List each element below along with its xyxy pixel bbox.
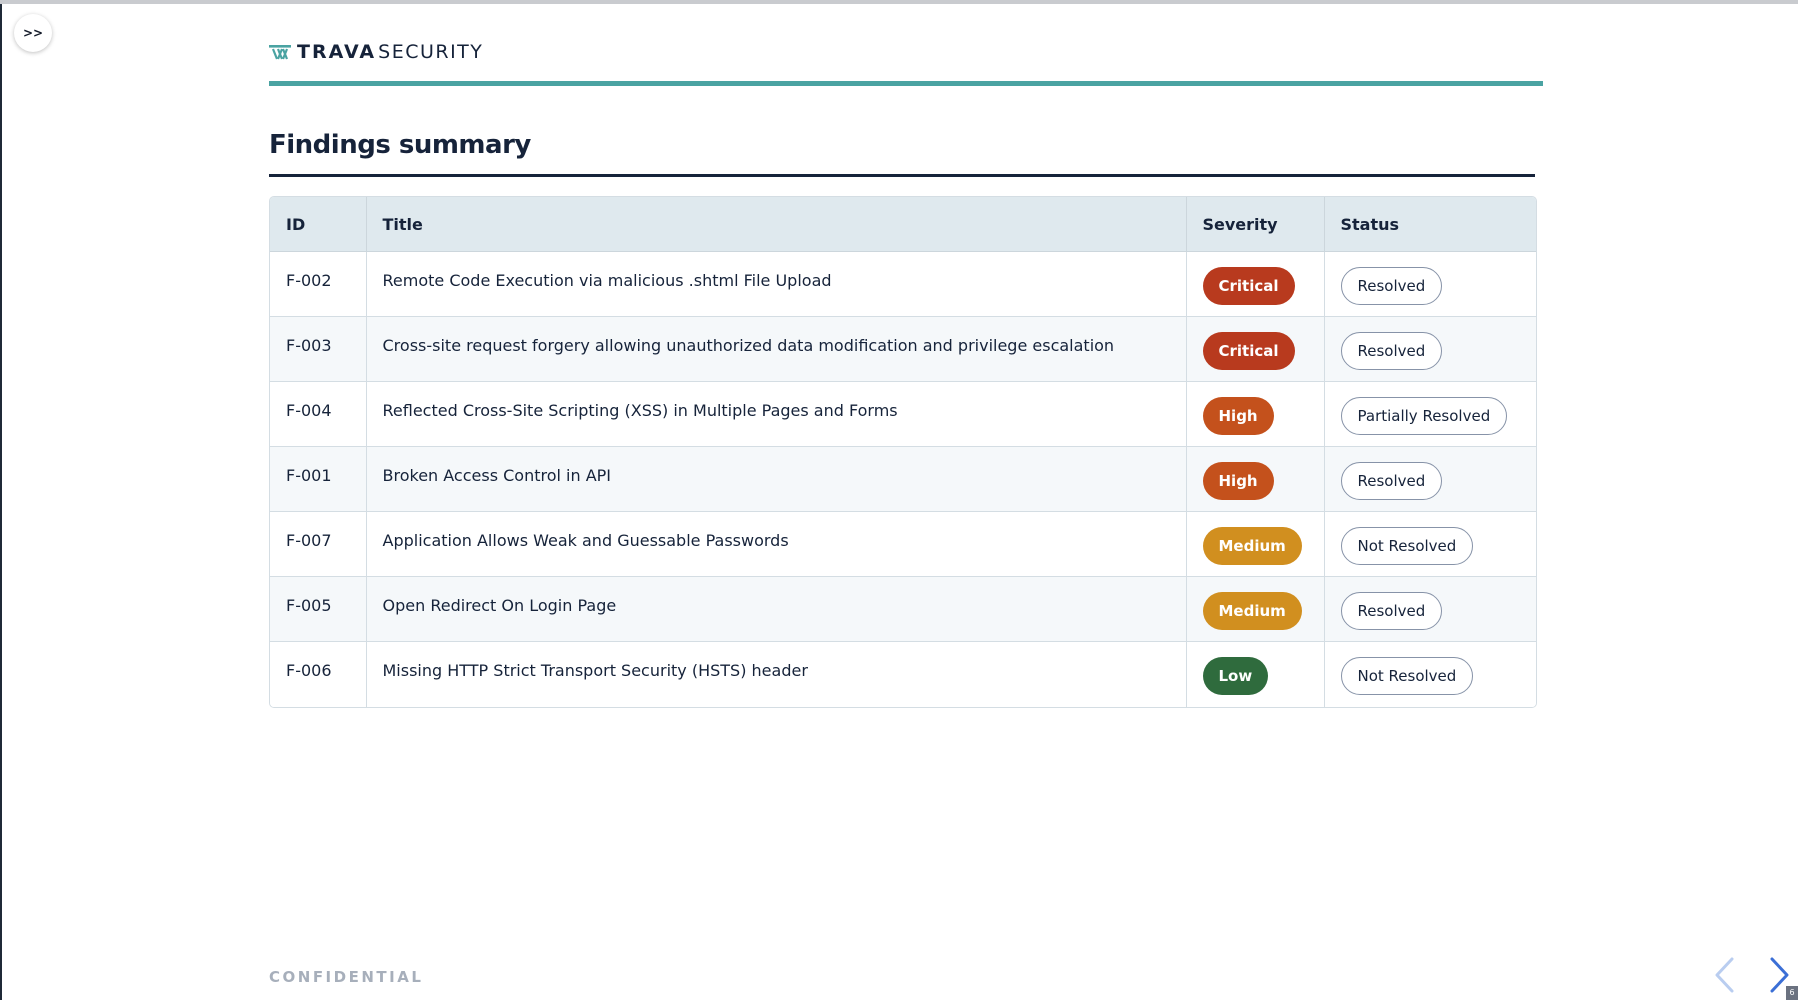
finding-id: F-006 <box>286 661 332 680</box>
finding-id-cell: F-005 <box>270 576 367 642</box>
finding-title: Broken Access Control in API <box>382 466 612 485</box>
finding-title-cell: Remote Code Execution via malicious .sht… <box>366 251 1187 317</box>
status-badge: Resolved <box>1340 332 1443 370</box>
status-badge: Resolved <box>1340 462 1443 500</box>
column-header-title: Title <box>366 197 1187 252</box>
finding-title: Open Redirect On Login Page <box>382 596 617 615</box>
logo-text-trava: TRAVA <box>297 41 377 63</box>
finding-severity-cell: Medium <box>1186 576 1325 642</box>
top-divider <box>0 0 1798 4</box>
trava-security-logo: TRAVA SECURITY <box>269 40 483 64</box>
severity-badge: Low <box>1202 657 1269 695</box>
severity-badge: Medium <box>1202 592 1302 630</box>
finding-id: F-004 <box>286 401 332 420</box>
finding-severity-cell: Low <box>1186 641 1325 707</box>
finding-status-cell: Resolved <box>1324 446 1536 512</box>
findings-table: ID Title Severity Status F-002 Remote Co… <box>269 196 1537 708</box>
status-badge: Not Resolved <box>1340 527 1474 565</box>
finding-status-cell: Not Resolved <box>1324 641 1536 707</box>
header-accent-rule <box>269 81 1543 86</box>
table-body: F-002 Remote Code Execution via maliciou… <box>270 251 1536 707</box>
finding-id-cell: F-004 <box>270 381 367 447</box>
finding-id-cell: F-001 <box>270 446 367 512</box>
sidebar-toggle-button[interactable]: >> <box>14 14 52 52</box>
finding-status-cell: Resolved <box>1324 576 1536 642</box>
finding-status-cell: Partially Resolved <box>1324 381 1536 447</box>
finding-id: F-002 <box>286 271 332 290</box>
table-row: F-002 Remote Code Execution via maliciou… <box>270 251 1536 317</box>
logo-text-security: SECURITY <box>378 41 484 63</box>
finding-severity-cell: Critical <box>1186 251 1325 317</box>
severity-badge: Critical <box>1202 267 1295 305</box>
finding-title: Cross-site request forgery allowing unau… <box>382 336 1115 355</box>
table-row: F-007 Application Allows Weak and Guessa… <box>270 511 1536 577</box>
table-header-row: ID Title Severity Status <box>270 197 1536 252</box>
table-row: F-004 Reflected Cross-Site Scripting (XS… <box>270 381 1536 447</box>
severity-badge: High <box>1202 462 1274 500</box>
severity-badge: High <box>1202 397 1274 435</box>
confidential-label: CONFIDENTIAL <box>269 968 424 986</box>
slide-page: >> TRAVA SECURITY Findings summary ID Ti… <box>0 0 1798 1000</box>
finding-id: F-007 <box>286 531 332 550</box>
page-number: 6 <box>1786 986 1798 1000</box>
finding-id-cell: F-006 <box>270 641 367 707</box>
finding-title-cell: Open Redirect On Login Page <box>366 576 1187 642</box>
severity-badge: Medium <box>1202 527 1302 565</box>
status-badge: Resolved <box>1340 592 1443 630</box>
table-row: F-001 Broken Access Control in API High … <box>270 446 1536 512</box>
finding-id: F-005 <box>286 596 332 615</box>
column-header-id: ID <box>270 197 367 252</box>
finding-title: Remote Code Execution via malicious .sht… <box>382 271 832 290</box>
page-title: Findings summary <box>269 130 531 160</box>
title-underline <box>269 174 1535 177</box>
finding-id: F-003 <box>286 336 332 355</box>
finding-title: Reflected Cross-Site Scripting (XSS) in … <box>382 401 898 420</box>
table-row: F-003 Cross-site request forgery allowin… <box>270 316 1536 382</box>
finding-status-cell: Resolved <box>1324 251 1536 317</box>
trava-logo-icon <box>269 45 291 60</box>
finding-title-cell: Broken Access Control in API <box>366 446 1187 512</box>
column-header-status: Status <box>1324 197 1536 252</box>
finding-id-cell: F-003 <box>270 316 367 382</box>
table-row: F-006 Missing HTTP Strict Transport Secu… <box>270 641 1536 707</box>
finding-title: Missing HTTP Strict Transport Security (… <box>382 661 808 680</box>
finding-status-cell: Not Resolved <box>1324 511 1536 577</box>
finding-severity-cell: High <box>1186 446 1325 512</box>
finding-id: F-001 <box>286 466 332 485</box>
finding-severity-cell: High <box>1186 381 1325 447</box>
finding-title-cell: Application Allows Weak and Guessable Pa… <box>366 511 1187 577</box>
finding-severity-cell: Medium <box>1186 511 1325 577</box>
finding-title-cell: Missing HTTP Strict Transport Security (… <box>366 641 1187 707</box>
previous-slide-button[interactable] <box>1712 955 1736 995</box>
finding-id-cell: F-002 <box>270 251 367 317</box>
finding-title: Application Allows Weak and Guessable Pa… <box>382 531 789 550</box>
chevron-left-icon <box>1715 957 1734 993</box>
status-badge: Not Resolved <box>1340 657 1474 695</box>
finding-severity-cell: Critical <box>1186 316 1325 382</box>
severity-badge: Critical <box>1202 332 1295 370</box>
status-badge: Partially Resolved <box>1340 397 1508 435</box>
finding-title-cell: Reflected Cross-Site Scripting (XSS) in … <box>366 381 1187 447</box>
left-edge <box>0 4 2 1000</box>
finding-title-cell: Cross-site request forgery allowing unau… <box>366 316 1187 382</box>
status-badge: Resolved <box>1340 267 1443 305</box>
finding-status-cell: Resolved <box>1324 316 1536 382</box>
column-header-severity: Severity <box>1186 197 1325 252</box>
table-row: F-005 Open Redirect On Login Page Medium… <box>270 576 1536 642</box>
finding-id-cell: F-007 <box>270 511 367 577</box>
